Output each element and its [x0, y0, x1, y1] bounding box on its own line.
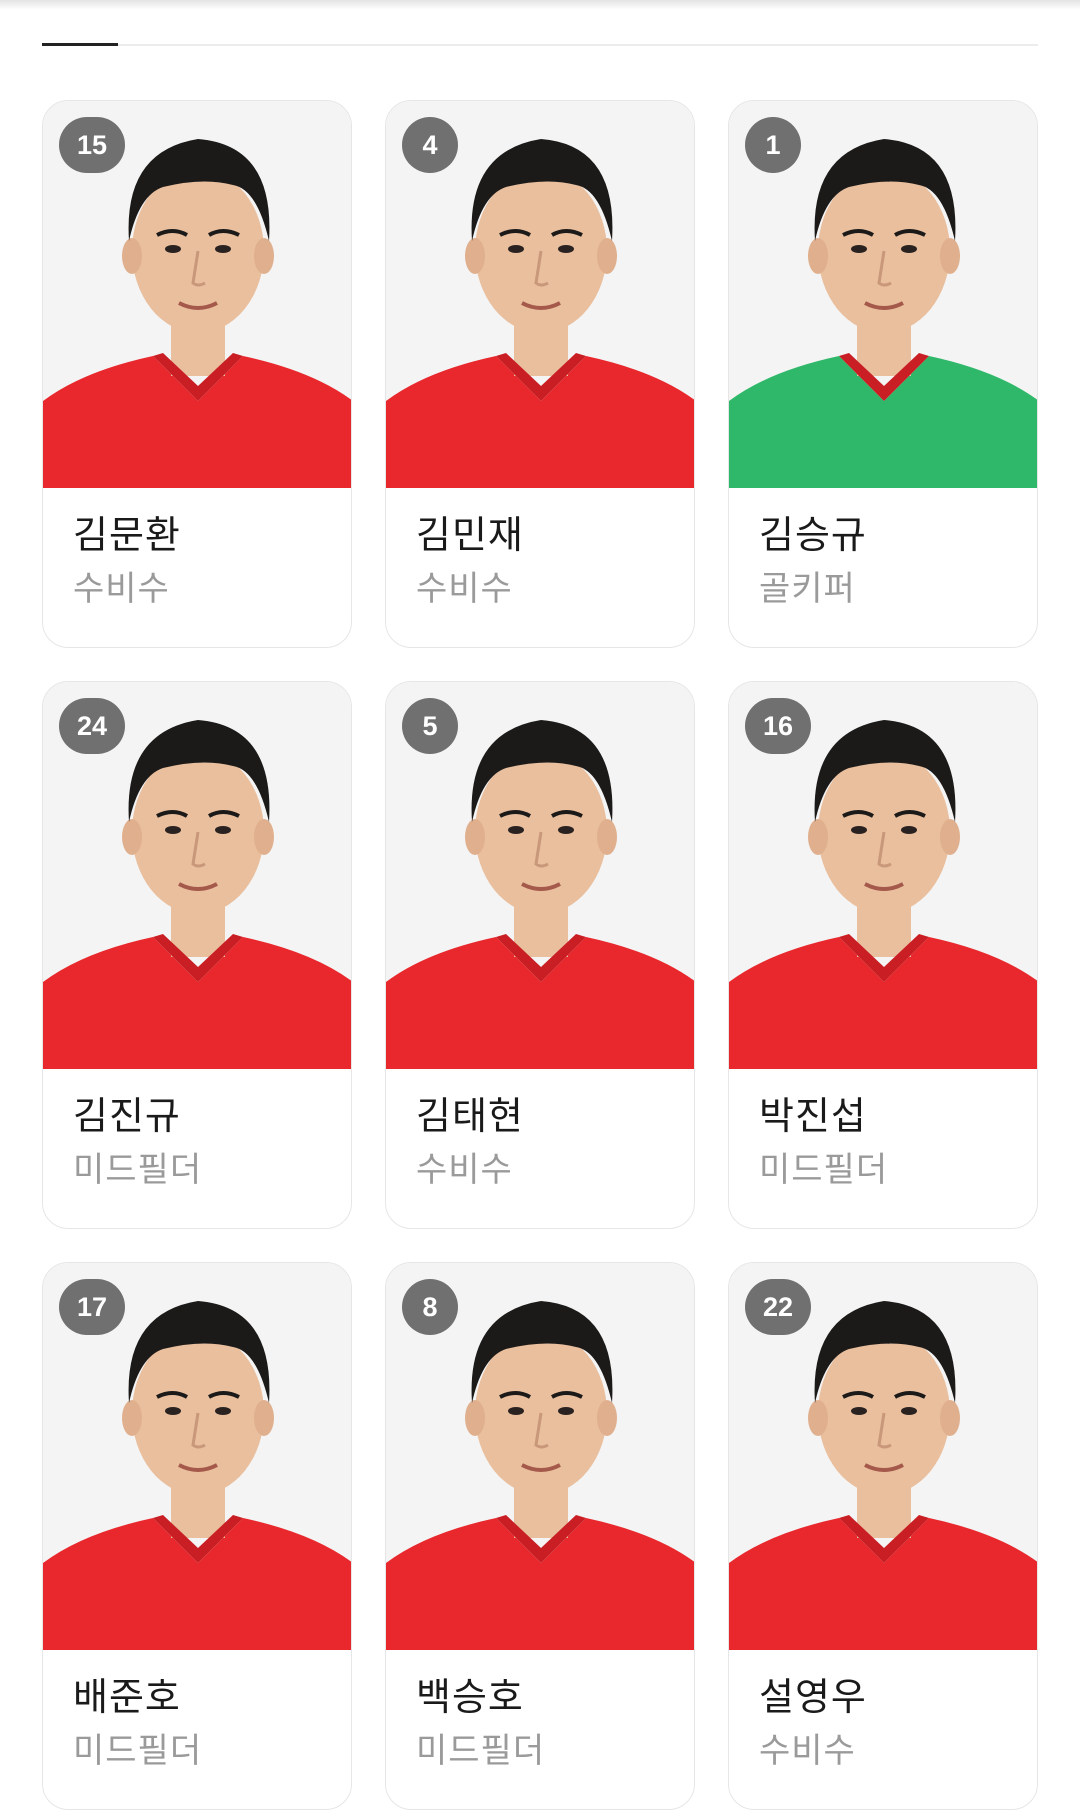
player-position: 수비수: [416, 1150, 513, 1190]
eye-shape: [165, 826, 181, 834]
eye-shape: [215, 245, 231, 253]
player-position: 미드필더: [416, 1731, 546, 1771]
jersey-number-badge: 15: [59, 117, 125, 173]
eye-shape: [901, 826, 917, 834]
ear-shape: [597, 819, 617, 855]
player-position: 미드필더: [73, 1731, 203, 1771]
jersey-number-badge: 1: [745, 117, 801, 173]
player-position: 골키퍼: [759, 569, 856, 609]
ear-shape: [808, 238, 828, 274]
player-card[interactable]: 5 김태현 수비수: [385, 681, 695, 1229]
eye-shape: [851, 1407, 867, 1415]
eye-shape: [558, 245, 574, 253]
player-name: 김승규: [759, 513, 867, 557]
eye-shape: [851, 826, 867, 834]
eye-shape: [215, 826, 231, 834]
player-name: 김태현: [416, 1094, 524, 1138]
jersey-number-badge: 24: [59, 698, 125, 754]
ear-shape: [465, 819, 485, 855]
player-card[interactable]: 16 박진섭 미드필더: [728, 681, 1038, 1229]
player-name: 김진규: [73, 1094, 181, 1138]
player-name: 백승호: [416, 1675, 524, 1719]
eye-shape: [165, 1407, 181, 1415]
jersey-number-badge: 17: [59, 1279, 125, 1335]
player-name: 박진섭: [759, 1094, 867, 1138]
ear-shape: [597, 238, 617, 274]
player-card[interactable]: 17 배준호 미드필더: [42, 1262, 352, 1810]
player-position: 미드필더: [73, 1150, 203, 1190]
tab-underline: [42, 43, 1038, 46]
player-card[interactable]: 4 김민재 수비수: [385, 100, 695, 648]
player-card[interactable]: 1 김승규 골키퍼: [728, 100, 1038, 648]
ear-shape: [122, 1400, 142, 1436]
player-position: 미드필더: [759, 1150, 889, 1190]
eye-shape: [508, 245, 524, 253]
player-position: 수비수: [73, 569, 170, 609]
jersey-number-badge: 5: [402, 698, 458, 754]
top-bar-shadow: [0, 0, 1080, 10]
ear-shape: [254, 238, 274, 274]
jersey-number-badge: 22: [745, 1279, 811, 1335]
ear-shape: [940, 238, 960, 274]
ear-shape: [465, 238, 485, 274]
ear-shape: [940, 819, 960, 855]
player-position: 수비수: [759, 1731, 856, 1771]
eye-shape: [215, 1407, 231, 1415]
ear-shape: [254, 819, 274, 855]
player-name: 김민재: [416, 513, 524, 557]
eye-shape: [558, 826, 574, 834]
jersey-number-badge: 8: [402, 1279, 458, 1335]
ear-shape: [940, 1400, 960, 1436]
ear-shape: [465, 1400, 485, 1436]
active-tab-indicator: [42, 43, 118, 46]
player-card[interactable]: 15 김문환 수비수: [42, 100, 352, 648]
eye-shape: [165, 245, 181, 253]
ear-shape: [597, 1400, 617, 1436]
ear-shape: [808, 819, 828, 855]
player-name: 김문환: [73, 513, 181, 557]
jersey-number-badge: 4: [402, 117, 458, 173]
eye-shape: [558, 1407, 574, 1415]
player-card[interactable]: 24 김진규 미드필더: [42, 681, 352, 1229]
player-name: 설영우: [759, 1675, 867, 1719]
player-card[interactable]: 8 백승호 미드필더: [385, 1262, 695, 1810]
player-card[interactable]: 22 설영우 수비수: [728, 1262, 1038, 1810]
eye-shape: [851, 245, 867, 253]
player-position: 수비수: [416, 569, 513, 609]
ear-shape: [808, 1400, 828, 1436]
ear-shape: [122, 238, 142, 274]
ear-shape: [122, 819, 142, 855]
eye-shape: [901, 245, 917, 253]
ear-shape: [254, 1400, 274, 1436]
eye-shape: [901, 1407, 917, 1415]
player-name: 배준호: [73, 1675, 181, 1719]
eye-shape: [508, 826, 524, 834]
eye-shape: [508, 1407, 524, 1415]
jersey-number-badge: 16: [745, 698, 811, 754]
player-grid: 15 김문환 수비수 4 김민재 수비수 1 김승규 골키퍼 24 김진규 미드…: [42, 100, 1038, 1810]
